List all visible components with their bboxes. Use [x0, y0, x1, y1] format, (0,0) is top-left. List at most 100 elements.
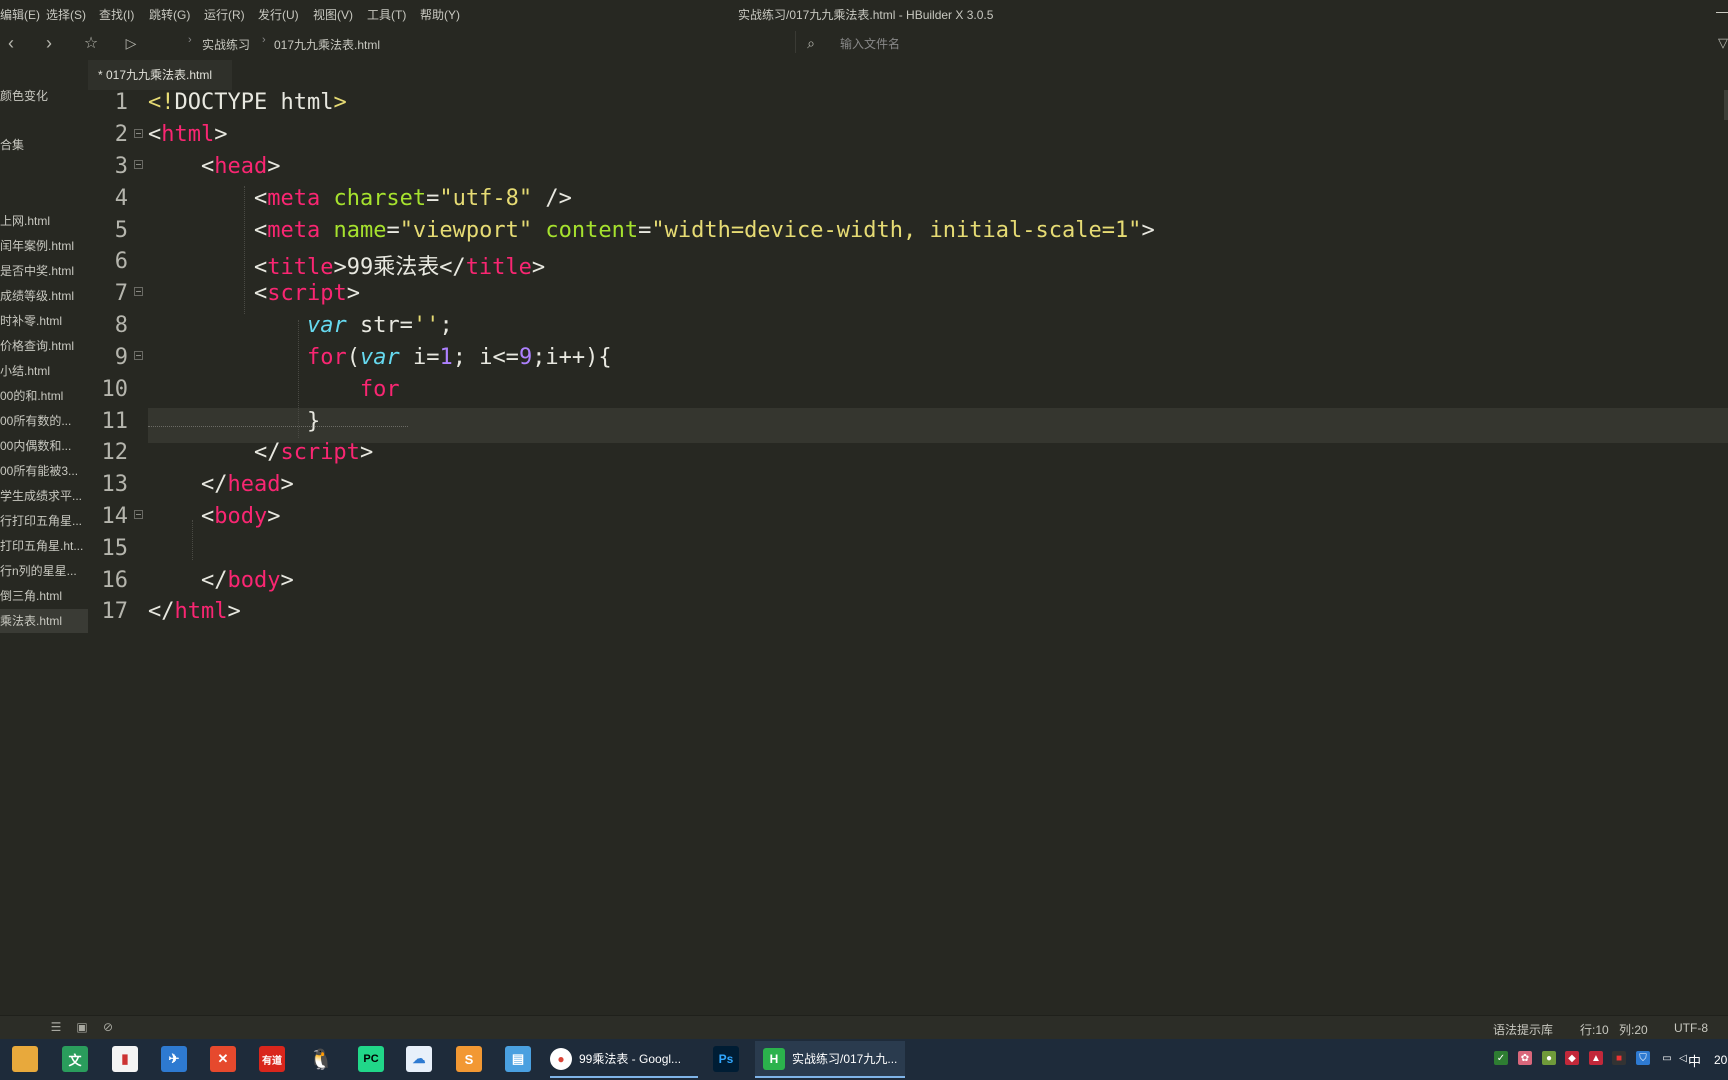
minimize-button[interactable]	[1716, 12, 1728, 13]
menu-publish[interactable]: 发行(U)	[258, 6, 299, 23]
baidu-netdisk-icon[interactable]: ☁	[406, 1046, 432, 1072]
code-line[interactable]: </head>	[148, 472, 294, 497]
code-line[interactable]: <head>	[148, 154, 281, 179]
cursor-column[interactable]: 列:20	[1619, 1021, 1648, 1038]
sidebar-item[interactable]: 学生成绩求平...	[0, 484, 88, 508]
file-search-icon[interactable]: ⌕	[800, 32, 822, 54]
menu-bar: 编辑(E) 选择(S) 查找(I) 跳转(G) 运行(R) 发行(U) 视图(V…	[0, 0, 1728, 26]
scrollbar[interactable]	[1724, 90, 1728, 120]
tray-app-icon[interactable]: ▲	[1589, 1051, 1603, 1065]
xmind-icon[interactable]: ✕	[210, 1046, 236, 1072]
sidebar-item[interactable]: 时补零.html	[0, 309, 88, 333]
sidebar-item[interactable]: 行打印五角星...	[0, 509, 88, 533]
sidebar-item[interactable]: 小结.html	[0, 359, 88, 383]
code-line[interactable]: for	[148, 377, 400, 402]
code-line[interactable]: <title>99乘法表</title>	[148, 249, 545, 281]
tray-flower-icon[interactable]: ✿	[1518, 1051, 1532, 1065]
menu-view[interactable]: 视图(V)	[313, 6, 353, 23]
chrome-task[interactable]: ● 99乘法表 - Googl...	[550, 1041, 698, 1078]
code-line[interactable]	[148, 536, 161, 561]
sidebar-item[interactable]: 颜色变化	[0, 84, 88, 108]
code-line[interactable]: </script>	[148, 440, 373, 465]
sidebar-item[interactable]: 闰年案例.html	[0, 234, 88, 258]
sync-icon[interactable]: ⊘	[101, 1020, 115, 1034]
run-icon[interactable]: ▷	[120, 32, 142, 54]
fold-toggle-icon[interactable]	[134, 351, 143, 360]
breadcrumb-folder[interactable]: 实战练习	[202, 36, 250, 53]
sidebar-item[interactable]: 倒三角.html	[0, 584, 88, 608]
sidebar-item[interactable]: 上网.html	[0, 209, 88, 233]
sidebar-item[interactable]: 00所有能被3...	[0, 459, 88, 483]
file-explorer-icon[interactable]	[12, 1046, 38, 1072]
feishu-icon[interactable]: ✈	[161, 1046, 187, 1072]
code-editor[interactable]: 1 2 3 4 5 6 7 8 9 10 11 12 13 14 15 16 1…	[88, 90, 1728, 1015]
window-app-icon[interactable]: ▤	[505, 1046, 531, 1072]
file-search-input[interactable]	[838, 32, 1242, 56]
fold-toggle-icon[interactable]	[134, 160, 143, 169]
forward-icon[interactable]: ›	[38, 32, 60, 54]
back-icon[interactable]: ‹	[0, 32, 22, 54]
fold-toggle-icon[interactable]	[134, 129, 143, 138]
tray-app-icon[interactable]: ◆	[1565, 1051, 1579, 1065]
menu-run[interactable]: 运行(R)	[204, 6, 245, 23]
tray-network-icon[interactable]: ▭	[1660, 1051, 1674, 1065]
pycharm-icon[interactable]: PC	[358, 1046, 384, 1072]
menu-help[interactable]: 帮助(Y)	[420, 6, 460, 23]
sidebar-item[interactable]: 合集	[0, 133, 88, 157]
tray-shield-icon[interactable]: ⛉	[1636, 1051, 1650, 1065]
sidebar-item[interactable]: 00的和.html	[0, 384, 88, 408]
hbuilder-icon: H	[763, 1047, 785, 1070]
fold-toggle-icon[interactable]	[134, 287, 143, 296]
fold-toggle-icon[interactable]	[134, 510, 143, 519]
encoding[interactable]: UTF-8	[1674, 1021, 1708, 1035]
qq-icon[interactable]: 🐧	[308, 1046, 334, 1072]
wps-writer-icon[interactable]: 文	[62, 1046, 88, 1072]
tab-bar: * 017九九乘法表.html	[88, 60, 1728, 90]
tray-app-icon[interactable]: ●	[1542, 1051, 1556, 1065]
code-line[interactable]: }	[148, 409, 320, 434]
code-line[interactable]: <meta charset="utf-8" />	[148, 186, 572, 211]
tab-active-file[interactable]: * 017九九乘法表.html	[88, 60, 233, 90]
menu-select[interactable]: 选择(S)	[46, 6, 86, 23]
code-line[interactable]: <meta name="viewport" content="width=dev…	[148, 218, 1155, 243]
star-icon[interactable]: ☆	[80, 32, 102, 54]
photoshop-icon[interactable]: Ps	[713, 1046, 739, 1072]
filter-icon[interactable]: ▽	[1712, 32, 1728, 54]
youdao-icon[interactable]: 有道	[259, 1046, 285, 1072]
code-line[interactable]: </html>	[148, 599, 241, 624]
project-sidebar: 颜色变化 合集 上网.html 闰年案例.html 是否中奖.html 成绩等级…	[0, 60, 89, 1015]
code-line[interactable]: <!DOCTYPE html>	[148, 90, 347, 115]
charts-app-icon[interactable]: ▮	[112, 1046, 138, 1072]
syntax-hint-library[interactable]: 语法提示库	[1493, 1021, 1553, 1038]
terminal-icon[interactable]: ▣	[75, 1020, 89, 1034]
code-line[interactable]: <html>	[148, 122, 227, 147]
tray-ime-indicator[interactable]: 中	[1688, 1051, 1701, 1070]
code-line[interactable]: <script>	[148, 281, 360, 306]
line-number: 3	[114, 154, 128, 179]
sidebar-item[interactable]: 价格查询.html	[0, 334, 88, 358]
menu-find[interactable]: 查找(I)	[99, 6, 134, 23]
sidebar-item[interactable]: 成绩等级.html	[0, 284, 88, 308]
tray-app-icon[interactable]: ■	[1612, 1051, 1626, 1065]
cursor-line[interactable]: 行:10	[1580, 1021, 1609, 1038]
menu-goto[interactable]: 跳转(G)	[149, 6, 190, 23]
sublime-icon[interactable]: S	[456, 1046, 482, 1072]
code-line[interactable]: </body>	[148, 568, 294, 593]
menu-edit[interactable]: 编辑(E)	[0, 6, 40, 23]
sidebar-item-active[interactable]: 乘法表.html	[0, 609, 88, 633]
hbuilder-task[interactable]: H 实战练习/017九九...	[755, 1041, 905, 1078]
code-line[interactable]: <body>	[148, 504, 281, 529]
tray-check-icon[interactable]: ✓	[1494, 1051, 1508, 1065]
code-line[interactable]: var str='';	[148, 313, 453, 338]
tray-clock[interactable]: 20	[1714, 1053, 1727, 1067]
sidebar-item[interactable]: 00内偶数和...	[0, 434, 88, 458]
sidebar-item[interactable]: 行n列的星星...	[0, 559, 88, 583]
sidebar-item[interactable]: 是否中奖.html	[0, 259, 88, 283]
list-icon[interactable]: ☰	[49, 1020, 63, 1034]
line-number: 4	[114, 186, 128, 211]
code-line[interactable]: for(var i=1; i<=9;i++){	[148, 345, 612, 370]
sidebar-item[interactable]: 打印五角星.ht...	[0, 534, 88, 558]
menu-tools[interactable]: 工具(T)	[367, 6, 406, 23]
breadcrumb-file[interactable]: 017九九乘法表.html	[274, 36, 380, 53]
sidebar-item[interactable]: 00所有数的...	[0, 409, 88, 433]
